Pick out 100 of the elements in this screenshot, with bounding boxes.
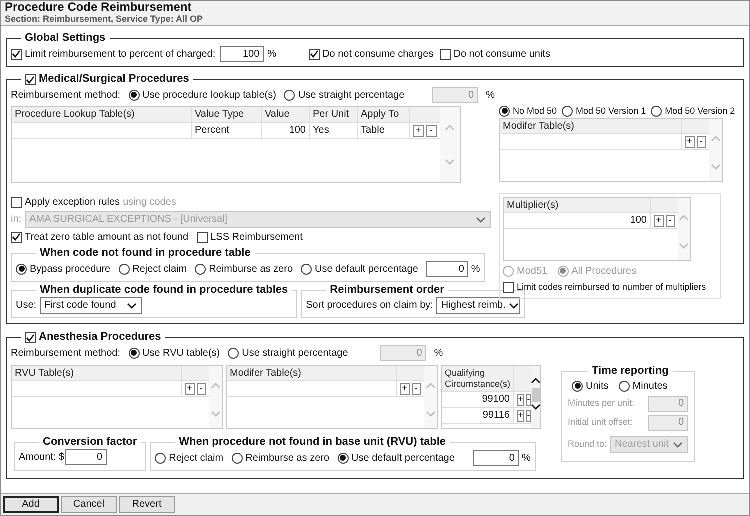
remove-row-button[interactable]: - [196,382,206,394]
checkbox[interactable] [503,282,514,292]
radio-button[interactable] [562,106,574,116]
field-label: Round to: [568,438,608,451]
radio-label: All Procedures [572,264,637,278]
checkbox[interactable] [11,196,22,208]
radio-button[interactable] [195,264,206,274]
remove-row-button[interactable]: - [412,382,421,394]
checkbox-label: LSS Reimbursement [210,230,303,244]
scrollbar[interactable] [678,198,690,260]
remove-row-button[interactable]: - [426,124,437,136]
radio-label: Units [586,380,609,392]
checkbox[interactable] [25,332,36,343]
radio-button[interactable] [572,380,583,392]
number-field[interactable]: 0 [426,261,468,277]
radio-button[interactable] [284,90,296,100]
radio-button[interactable] [338,452,349,464]
action-button[interactable]: Revert [119,496,175,513]
radio-button[interactable] [228,348,240,358]
remove-row-button[interactable]: - [526,410,532,422]
checkbox[interactable] [11,232,22,242]
unit-label: % [486,88,495,102]
field-label: Use: [16,299,37,312]
add-row-button[interactable]: + [685,136,694,148]
add-row-button[interactable]: + [413,124,424,136]
remove-row-button[interactable]: - [526,394,532,406]
group-title: Medical/Surgical Procedures [39,73,190,86]
chevron-up-icon [426,383,436,389]
radio-button[interactable] [499,106,510,116]
action-button[interactable]: Cancel [61,496,117,513]
radio-button[interactable] [618,380,630,392]
unit-label: % [434,346,444,360]
radio-button[interactable] [155,452,166,464]
group-title: Reimbursement order [330,284,444,297]
radio-button[interactable] [118,264,130,274]
scrollbar[interactable] [709,119,722,181]
number-field[interactable]: 100 [220,46,264,62]
column-header: Value [262,107,310,122]
add-row-button[interactable]: + [517,394,524,406]
column-header: Value Type [192,107,262,122]
radio-label: Use straight percentage [298,88,405,102]
radio-button[interactable] [651,106,662,116]
table-cell: Table [358,123,410,138]
number-field[interactable]: 0 [472,450,519,466]
radio-button[interactable] [128,348,140,358]
chevron-down-icon [679,243,689,249]
scrollbar[interactable] [209,366,222,428]
table-cell: 99116 [442,408,514,423]
radio-label: Minutes [632,380,668,392]
remove-row-button[interactable]: - [666,214,675,226]
group-title: When code not found in procedure table [40,247,251,260]
check-icon [12,50,21,58]
group-title: Global Settings [25,32,106,45]
checkbox[interactable] [308,48,320,60]
dropdown[interactable]: Highest reimb. [436,297,520,314]
table-cell: Yes [310,123,358,138]
chevron-up-icon [531,378,540,384]
add-row-button[interactable]: + [517,410,524,422]
add-row-button[interactable]: + [654,214,664,226]
chevron-down-icon [673,442,684,448]
radio-button[interactable] [128,90,140,100]
checkbox-label: Apply exception rules [25,196,120,208]
add-row-button[interactable]: + [400,382,410,394]
radio-button[interactable] [232,452,243,464]
column-header: RVU Table(s) [12,366,182,380]
group-title: When duplicate code found in procedure tables [40,284,288,297]
chevron-down-icon [710,164,720,170]
scrollbar[interactable] [531,366,540,428]
checkbox-label: Limit reimbursement to percent of charged: [25,48,216,60]
radio-button[interactable] [16,264,27,274]
table-cell: 100 [262,123,310,138]
chevron-down-icon [426,411,436,417]
checkbox-label: Do not consume charges [322,48,434,60]
scrollbar-thumb[interactable] [532,388,540,402]
remove-row-button[interactable]: - [696,136,706,148]
checkbox[interactable] [11,48,22,60]
checkbox[interactable] [25,74,36,85]
scrollbar[interactable] [440,107,460,182]
table-cell: 100 [504,213,651,228]
group-title: Anesthesia Procedures [39,331,162,344]
group-title: Time reporting [592,365,669,378]
checkbox[interactable] [440,48,451,60]
chevron-down-icon [476,216,486,222]
column-header: Modifer Table(s) [500,119,682,133]
field-label: Reimbursement method: [11,346,120,360]
radio-button[interactable] [301,264,312,274]
action-button[interactable]: Add [3,496,59,513]
scrollbar[interactable] [424,366,437,428]
chevron-down-icon [210,411,220,417]
field-label: Sort procedures on claim by: [306,299,434,312]
column-header: Procedure Lookup Table(s) [12,107,192,122]
column-header: Apply To [358,107,410,122]
radio-label: Use default percentage [315,262,418,276]
chevron-up-icon [710,136,720,142]
unit-label: % [522,452,531,464]
number-field[interactable]: 0 [64,449,107,465]
dropdown[interactable]: First code found [40,297,142,314]
checkbox[interactable] [196,232,208,242]
add-row-button[interactable]: + [185,382,194,394]
field-label: Initial unit offset: [568,416,633,429]
